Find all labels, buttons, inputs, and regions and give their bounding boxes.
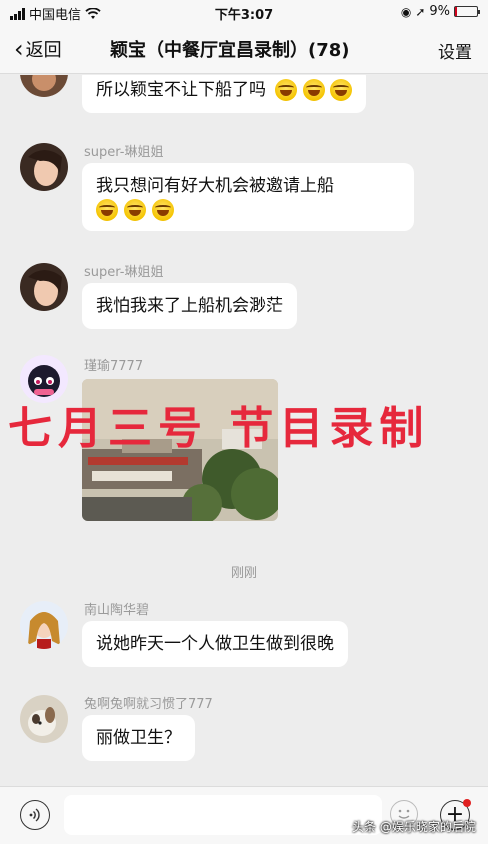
chat-message: super-琳姐姐 我怕我来了上船机会渺茫 <box>0 259 488 339</box>
avatar[interactable] <box>20 143 68 191</box>
back-button[interactable]: ‹ 返回 <box>14 36 62 62</box>
message-text: 说她昨天一个人做卫生做到很晚 <box>96 634 334 654</box>
sender-name: 南山陶华碧 <box>84 603 150 618</box>
chat-title: 颖宝（中餐厅宜昌录制）(78) <box>110 40 350 61</box>
battery-percent: 9% <box>429 4 450 19</box>
voice-input-button[interactable] <box>20 800 50 830</box>
laugh-cry-emoji-icon <box>275 79 298 101</box>
sender-name: 瑾瑜7777 <box>84 359 144 374</box>
status-bar: 中国电信 下午3:07 ◉ ➚ 9% <box>0 0 488 24</box>
notification-dot <box>463 799 471 807</box>
rotation-lock-icon: ◉ <box>400 4 412 19</box>
laugh-cry-emoji-icon <box>330 79 353 101</box>
message-text: 丽做卫生？ <box>96 728 181 748</box>
sender-name: super-琳姐姐 <box>84 265 164 280</box>
chat-message: super-琳姐姐 我只想问有好大机会被邀请上船 <box>0 139 488 249</box>
timestamp: 刚刚 <box>230 566 257 581</box>
sender-name: 兔啊兔啊就习惯了777 <box>84 697 213 712</box>
overlay-caption: 七月三号 节目录制 <box>8 403 430 454</box>
nav-bar: ‹ 返回 颖宝（中餐厅宜昌录制）(78) 设置 <box>0 24 488 74</box>
battery-level-fill <box>455 7 457 16</box>
chat-message: 所以颖宝不让下船了吗 <box>0 75 488 123</box>
laugh-cry-emoji-icon <box>152 199 174 221</box>
emoji-row <box>96 199 400 221</box>
message-text: 我怕我来了上船机会渺茫 <box>96 296 283 316</box>
location-arrow-icon: ➚ <box>415 4 426 19</box>
back-label: 返回 <box>25 40 62 61</box>
laugh-cry-emoji-icon <box>302 79 325 101</box>
message-bubble[interactable]: 我怕我来了上船机会渺茫 <box>82 283 297 329</box>
settings-button[interactable]: 设置 <box>438 38 472 63</box>
chat-message: 南山陶华碧 说她昨天一个人做卫生做到很晚 <box>0 597 488 679</box>
message-bubble[interactable]: 说她昨天一个人做卫生做到很晚 <box>82 621 348 667</box>
laugh-cry-emoji-icon <box>96 199 118 221</box>
message-text: 我只想问有好大机会被邀请上船 <box>96 176 334 196</box>
source-watermark: 头条 @娱乐晓家的后院 <box>352 820 476 834</box>
message-bubble[interactable]: 所以颖宝不让下船了吗 <box>82 75 367 113</box>
message-bubble[interactable]: 丽做卫生？ <box>82 715 195 761</box>
message-bubble[interactable]: 我只想问有好大机会被邀请上船 <box>82 163 414 231</box>
battery-icon <box>454 6 480 17</box>
voice-wave-icon <box>29 808 40 822</box>
sender-name: super-琳姐姐 <box>84 145 164 160</box>
message-input[interactable] <box>64 795 382 835</box>
chevron-left-icon: ‹ <box>14 35 24 63</box>
status-right: ◉ ➚ 9% <box>400 4 480 19</box>
avatar[interactable] <box>20 263 68 311</box>
chat-message: 兔啊兔啊就习惯了777 丽做卫生？ <box>0 691 488 781</box>
laugh-cry-emoji-icon <box>124 199 146 221</box>
input-bar: + <box>0 786 488 844</box>
message-text: 所以颖宝不让下船了吗 <box>96 80 266 100</box>
avatar[interactable] <box>20 75 68 97</box>
avatar[interactable] <box>20 695 68 743</box>
avatar[interactable] <box>20 601 68 649</box>
